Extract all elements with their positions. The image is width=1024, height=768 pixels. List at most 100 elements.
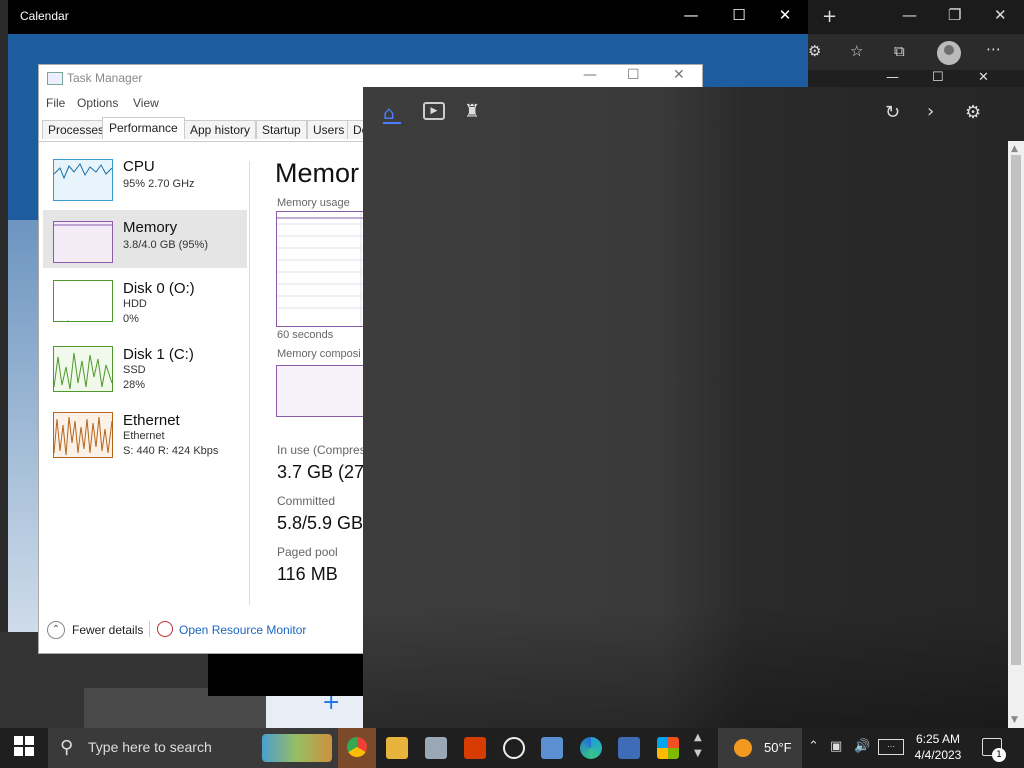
- minimize-icon[interactable]: —: [886, 70, 899, 85]
- search-placeholder: Type here to search: [88, 739, 212, 755]
- new-tab-icon[interactable]: +: [822, 6, 837, 27]
- cpu-graph-thumbnail: [53, 159, 113, 201]
- video-icon[interactable]: ▶: [423, 102, 445, 120]
- close-icon[interactable]: ✕: [994, 6, 1007, 24]
- chevron-up-icon[interactable]: ⌃: [808, 739, 819, 754]
- paged-pool-value: 116 MB: [277, 564, 338, 584]
- window-title: Task Manager: [67, 71, 143, 85]
- close-button[interactable]: ✕: [770, 6, 800, 24]
- memory-usage-graph: [276, 211, 368, 327]
- sidebar-item-label: Disk 1 (C:): [123, 346, 194, 363]
- remote-desktop-icon[interactable]: [541, 737, 563, 759]
- fewer-details-link[interactable]: Fewer details: [72, 623, 143, 637]
- sidebar-item-detail: 28%: [123, 379, 146, 391]
- tab-processes[interactable]: Processes: [42, 120, 111, 139]
- profile-avatar[interactable]: [937, 41, 961, 65]
- collections-icon[interactable]: ⧉: [894, 42, 905, 60]
- sidebar-item-cpu[interactable]: CPU 95% 2.70 GHz: [43, 149, 247, 207]
- weather-widget[interactable]: 50°F: [718, 728, 802, 768]
- chrome-taskbar-item[interactable]: [338, 728, 376, 768]
- sidebar-item-label: Disk 0 (O:): [123, 280, 195, 297]
- tab-app-history[interactable]: App history: [184, 120, 257, 139]
- menu-options[interactable]: Options: [77, 96, 118, 110]
- close-button[interactable]: ✕: [673, 67, 685, 83]
- volume-icon[interactable]: 🔊: [854, 739, 870, 754]
- divider: [149, 621, 150, 637]
- sidebar-item-disk-0[interactable]: Disk 0 (O:) HDD 0%: [43, 271, 247, 329]
- office-icon[interactable]: [464, 737, 486, 759]
- resource-monitor-icon: [157, 621, 173, 637]
- chevron-right-icon[interactable]: ›: [927, 101, 934, 122]
- start-button[interactable]: [14, 736, 34, 756]
- maximize-button[interactable]: ☐: [627, 67, 640, 83]
- clock-time: 6:25 AM: [915, 732, 961, 746]
- sidebar-item-detail: 3.8/4.0 GB (95%): [123, 239, 208, 251]
- background-window-fragment: [208, 654, 368, 696]
- scrollbar-thumb[interactable]: [1011, 155, 1021, 665]
- weather-temperature: 50°F: [764, 740, 792, 755]
- network-icon[interactable]: [618, 737, 640, 759]
- background-window-fragment: [266, 690, 366, 730]
- maximize-icon[interactable]: ☐: [932, 70, 944, 85]
- menu-view[interactable]: View: [133, 96, 159, 110]
- page-title: Memor: [275, 158, 360, 188]
- active-indicator: [383, 122, 401, 124]
- minimize-icon[interactable]: —: [902, 6, 917, 24]
- minimize-button[interactable]: —: [583, 67, 597, 83]
- store-icon[interactable]: [657, 737, 679, 759]
- taskbar: ⚲ Type here to search ▲ ▼ 50°F ⌃ ▣ 🔊 ⋯ 6:…: [0, 728, 1024, 768]
- edge-icon[interactable]: [580, 737, 602, 759]
- sidebar-item-detail: Ethernet: [123, 430, 165, 442]
- graph-timespan-label: 60 seconds: [277, 329, 334, 341]
- sidebar-item-memory[interactable]: Memory 3.8/4.0 GB (95%): [43, 210, 247, 268]
- restore-icon[interactable]: ❐: [948, 6, 961, 24]
- search-box[interactable]: ⚲ Type here to search: [48, 728, 338, 768]
- tab-startup[interactable]: Startup: [256, 120, 307, 139]
- maximize-button[interactable]: ☐: [724, 6, 754, 24]
- home-icon[interactable]: ⌂: [383, 103, 394, 124]
- sidebar-item-disk-1[interactable]: Disk 1 (C:) SSD 28%: [43, 337, 247, 395]
- scroll-down-arrow[interactable]: ▼: [1011, 715, 1018, 725]
- close-icon[interactable]: ✕: [978, 70, 989, 85]
- desktop-background: [0, 0, 8, 740]
- in-use-value: 3.7 GB (27: [277, 462, 365, 482]
- taskbar-overflow-arrows[interactable]: ▲ ▼: [694, 730, 702, 762]
- calendar-title: Calendar: [20, 9, 69, 23]
- in-use-label: In use (Compress: [277, 443, 372, 457]
- sidebar-item-detail: 95% 2.70 GHz: [123, 178, 195, 190]
- scroll-up-arrow[interactable]: ▲: [1011, 144, 1018, 154]
- divider: [249, 161, 250, 605]
- refresh-icon[interactable]: ↻: [885, 102, 900, 123]
- paged-pool-label: Paged pool: [277, 545, 338, 559]
- sidebar-item-label: CPU: [123, 158, 155, 175]
- photos-icon[interactable]: [425, 737, 447, 759]
- task-manager-icon: [47, 72, 63, 85]
- chess-icon[interactable]: ♜: [464, 101, 480, 122]
- chevron-up-icon[interactable]: ⌃: [47, 621, 65, 639]
- extensions-icon[interactable]: ⚙: [808, 42, 821, 60]
- minimize-button[interactable]: —: [676, 6, 706, 24]
- more-icon[interactable]: ⋯: [986, 40, 1001, 58]
- dark-app-panel: ⌂ ▶ ♜ ↻ › ⚙ ▲ ▼: [363, 87, 1024, 740]
- keyboard-icon[interactable]: ⋯: [878, 739, 904, 755]
- memory-usage-label: Memory usage: [277, 197, 350, 209]
- favorites-icon[interactable]: ☆: [850, 42, 863, 60]
- sidebar-item-label: Ethernet: [123, 412, 180, 429]
- sidebar-item-detail: SSD: [123, 364, 146, 376]
- settings-icon[interactable]: ⚙: [965, 102, 981, 123]
- open-resource-monitor-link[interactable]: Open Resource Monitor: [179, 623, 306, 637]
- disk0-graph-thumbnail: [53, 280, 113, 322]
- sidebar-item-detail: HDD: [123, 298, 147, 310]
- notification-badge: 1: [992, 748, 1006, 762]
- file-explorer-icon[interactable]: [386, 737, 408, 759]
- chrome-icon: [347, 737, 367, 757]
- menu-file[interactable]: File: [46, 96, 65, 110]
- sidebar-item-label: Memory: [123, 219, 178, 236]
- tab-performance[interactable]: Performance: [102, 117, 185, 139]
- tab-users[interactable]: Users: [307, 120, 351, 139]
- alarms-clock-icon[interactable]: [503, 737, 525, 759]
- search-highlight-image: [262, 734, 332, 762]
- network-status-icon[interactable]: ▣: [830, 739, 842, 754]
- sidebar-item-ethernet[interactable]: Ethernet Ethernet S: 440 R: 424 Kbps: [43, 403, 247, 461]
- system-clock[interactable]: 6:25 AM 4/4/2023: [908, 731, 968, 763]
